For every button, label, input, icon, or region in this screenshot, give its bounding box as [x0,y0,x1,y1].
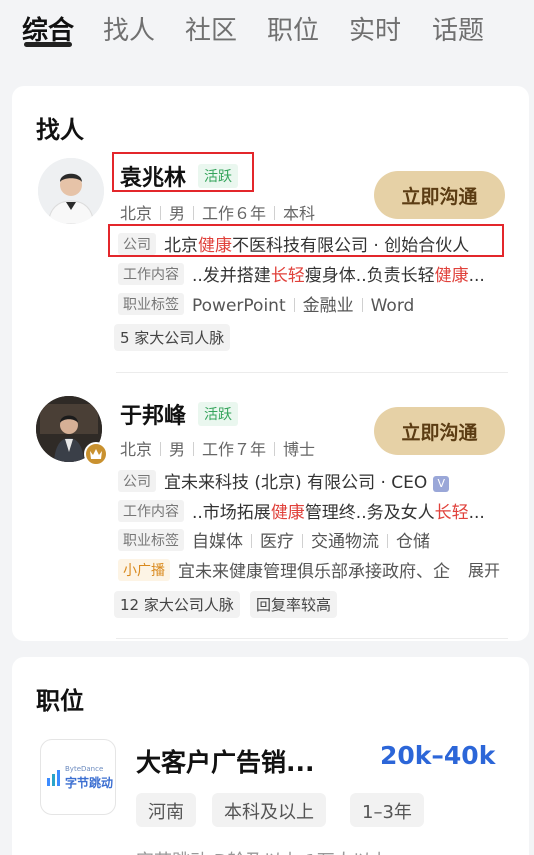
job-salary: 20k–40k [380,741,496,770]
expand-link[interactable]: 展开 [460,557,501,581]
reply-rate-chip: 回复率较高 [250,591,338,618]
status-badge: 活跃 [198,164,238,188]
tab-realtime[interactable]: 实时 [349,10,401,47]
person-name[interactable]: 于邦峰 [120,398,186,430]
vip-crown-icon [84,442,108,466]
jobs-section-card: 职位 ByteDance 字节跳动 大客户广告销... 20k–40k 河南 本… [12,657,529,855]
job-tag-experience: 1–3年 [350,793,424,827]
work-content-row: 工作内容 ..市场拓展健康管理终..务及女人长轻... [118,498,510,523]
avatar[interactable] [38,158,104,224]
tab-jobs[interactable]: 职位 [267,10,319,47]
contact-button[interactable]: 立即沟通 [374,407,505,455]
divider [116,638,508,639]
job-title[interactable]: 大客户广告销... [136,743,315,779]
job-tag-location: 河南 [136,793,196,827]
verified-icon: V [433,476,450,492]
job-company-info: 字节跳动 D轮及以上 1万人以上 [136,847,389,855]
broadcast-row: 小广播 宜未来健康管理俱乐部承接政府、企 [118,557,462,582]
divider [116,372,508,373]
person-name[interactable]: 袁兆林 [120,160,186,192]
connections-chip: 12 家大公司人脉 [114,591,240,618]
connections-chip: 5 家大公司人脉 [114,324,231,351]
company-logo[interactable]: ByteDance 字节跳动 [40,739,116,815]
search-tabs: 综合 找人 社区 职位 实时 话题 [0,0,534,60]
tab-community[interactable]: 社区 [185,10,237,47]
person-meta: 北京男工作７年 博士 [120,440,316,459]
jobs-section-title: 职位 [36,687,84,715]
skill-tags-row: 职业标签 自媒体 医疗 交通物流 仓储 [118,527,510,552]
tab-topics[interactable]: 话题 [432,10,484,47]
company-row: 公司 北京健康不医科技有限公司 · 创始合伙人 [118,231,498,256]
status-badge: 活跃 [198,402,238,426]
logo-text: 字节跳动 [65,776,114,790]
tab-people[interactable]: 找人 [103,10,155,47]
person-photo-icon [38,158,104,224]
person-meta: 北京男工作６年 本科 [120,204,316,223]
people-section-title: 找人 [36,116,84,144]
logo-small-text: ByteDance [65,765,104,773]
skill-tags-row: 职业标签 PowerPoint 金融业 Word [118,291,510,316]
active-tab-indicator [24,42,72,47]
company-row: 公司 宜未来科技 (北京) 有限公司 · CEO V [118,468,510,493]
work-content-row: 工作内容 ..发并搭建长轻瘦身体..负责长轻健康... [118,261,510,286]
people-section-card: 找人 袁兆林 活跃 北京男工作６年 本科 公司 北京健康不医科技有限公司 · 创始合… [12,86,529,641]
job-tag-education: 本科及以上 [212,793,326,827]
contact-button[interactable]: 立即沟通 [374,171,505,219]
